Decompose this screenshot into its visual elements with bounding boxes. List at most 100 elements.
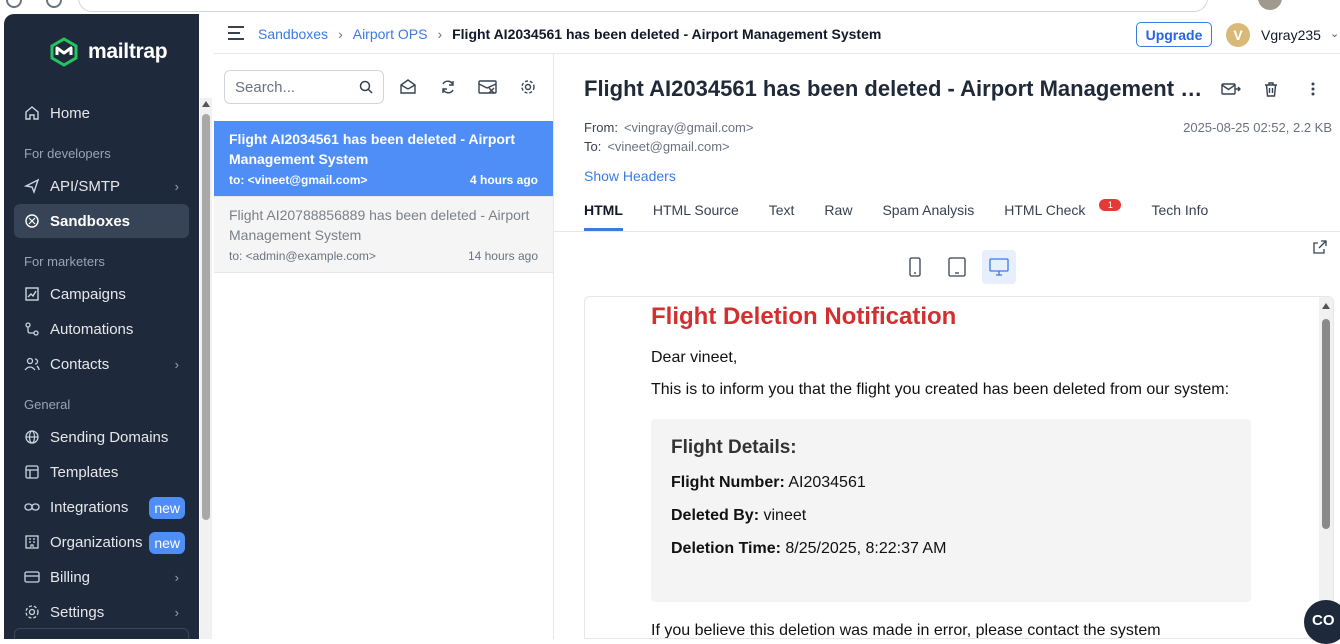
tab-text[interactable]: Text [769, 202, 795, 230]
browser-profile-avatar[interactable] [1258, 0, 1282, 10]
menu-icon[interactable] [228, 26, 244, 40]
show-headers-link[interactable]: Show Headers [584, 168, 676, 184]
tab-html-check-wrap[interactable]: HTML Check 1 [1004, 199, 1122, 230]
username[interactable]: Vgray235 [1261, 27, 1321, 43]
nav-settings-label: Settings [50, 603, 105, 621]
home-icon [24, 105, 40, 121]
tab-html-source[interactable]: HTML Source [653, 202, 739, 230]
mobile-preview-button[interactable] [898, 250, 932, 284]
nav-integrations-label: Integrations [50, 498, 129, 516]
section-general: General [24, 397, 71, 412]
email-preview-frame[interactable]: Flight Deletion Notification Dear vineet… [584, 296, 1334, 639]
users-icon [24, 356, 40, 372]
deleted-by-label: Deleted By: [671, 507, 760, 524]
tab-divider [554, 231, 1340, 232]
chevron-right-icon: › [174, 569, 179, 585]
globe-icon [24, 429, 40, 445]
nav-organizations[interactable]: Organizations new [14, 525, 189, 559]
link-icon [24, 499, 40, 515]
nav-contacts[interactable]: Contacts › [14, 347, 189, 381]
tablet-preview-button[interactable] [940, 250, 974, 284]
to-label: To: [584, 139, 602, 154]
breadcrumb-sandboxes[interactable]: Sandboxes [258, 26, 328, 42]
breadcrumb-current: Flight AI2034561 has been deleted - Airp… [452, 26, 882, 42]
tab-spam-analysis[interactable]: Spam Analysis [882, 202, 974, 230]
chart-icon [24, 286, 40, 302]
breadcrumb-airport-ops[interactable]: Airport OPS [353, 26, 428, 42]
from-label: From: [584, 120, 618, 135]
delete-button[interactable] [1260, 78, 1282, 100]
open-external-button[interactable] [1313, 240, 1327, 259]
nav-sending-domains[interactable]: Sending Domains [14, 420, 189, 454]
new-badge: new [149, 497, 185, 519]
reload-icon[interactable] [46, 0, 62, 8]
more-options-button[interactable] [1302, 78, 1324, 100]
section-for-marketers: For marketers [24, 254, 105, 269]
scroll-up-arrow-icon[interactable] [202, 101, 210, 107]
nav-settings[interactable]: Settings › [14, 595, 189, 629]
monitor-icon [989, 258, 1009, 276]
sidebar-bottom-card[interactable] [14, 628, 189, 639]
preview-scrollbar[interactable] [1319, 297, 1333, 638]
to-line: To: <vineet@gmail.com> [584, 139, 730, 154]
logo[interactable]: mailtrap [48, 36, 168, 68]
breadcrumb-separator-icon: › [437, 26, 443, 42]
desktop-preview-button[interactable] [982, 250, 1016, 284]
external-link-icon [1313, 240, 1327, 254]
list-item[interactable]: Flight AI2034561 has been deleted - Airp… [214, 121, 553, 197]
search-placeholder: Search... [235, 78, 296, 96]
upgrade-button[interactable]: Upgrade [1136, 22, 1212, 47]
from-address: <vingray@gmail.com> [623, 120, 754, 135]
sidebar-scrollbar[interactable] [200, 98, 212, 639]
nav-campaigns[interactable]: Campaigns [14, 277, 189, 311]
search-input[interactable]: Search... [224, 70, 384, 104]
nav-integrations[interactable]: Integrations new [14, 490, 189, 524]
chat-widget-button[interactable]: CO [1304, 600, 1340, 644]
address-bar[interactable] [78, 0, 1208, 12]
flight-number-label: Flight Number: [671, 474, 785, 491]
building-icon [24, 534, 40, 550]
message-date-size: 2025-08-25 02:52, 2.2 KB [1183, 120, 1332, 135]
automation-icon [24, 321, 40, 337]
tab-raw[interactable]: Raw [824, 202, 852, 230]
from-line: From: <vingray@gmail.com> [584, 120, 753, 135]
email-greeting: Dear vineet, [651, 349, 738, 366]
nav-contacts-label: Contacts [50, 355, 110, 373]
sandbox-icon [24, 213, 40, 229]
message-recipient: to: <vineet@gmail.com> [229, 173, 368, 187]
email-footer-text: If you believe this deletion was made in… [651, 622, 1161, 639]
send-icon [24, 178, 40, 194]
tab-tech-info[interactable]: Tech Info [1151, 202, 1208, 230]
back-icon[interactable] [6, 0, 22, 8]
device-preview-switcher [898, 250, 1016, 284]
forward-button[interactable] [1220, 78, 1242, 100]
refresh-button[interactable] [428, 70, 468, 104]
nav-api-smtp-label: API/SMTP [50, 177, 121, 195]
nav-organizations-label: Organizations [50, 533, 143, 551]
scrollbar-thumb[interactable] [202, 114, 210, 520]
tab-html-check: HTML Check [1004, 202, 1086, 218]
sidebar: mailtrap Home For developers API/SMTP › … [4, 14, 199, 639]
kebab-icon [1311, 82, 1315, 96]
scrollbar-thumb[interactable] [1322, 319, 1330, 529]
inbox-settings-button[interactable] [508, 70, 548, 104]
trash-icon [1265, 82, 1277, 97]
scroll-up-arrow-icon[interactable] [1322, 303, 1330, 309]
nav-automations[interactable]: Automations [14, 312, 189, 346]
clear-inbox-button[interactable] [468, 70, 508, 104]
tab-html[interactable]: HTML [584, 202, 623, 231]
nav-templates[interactable]: Templates [14, 455, 189, 489]
nav-sandboxes[interactable]: Sandboxes [14, 204, 189, 238]
flight-details-box: Flight Details: Flight Number: AI2034561… [651, 419, 1251, 602]
mark-read-button[interactable] [388, 70, 428, 104]
nav-automations-label: Automations [50, 320, 134, 338]
nav-sandboxes-label: Sandboxes [50, 212, 131, 230]
deletion-time-value: 8/25/2025, 8:22:37 AM [785, 540, 947, 557]
avatar[interactable]: V [1226, 23, 1250, 47]
nav-api-smtp[interactable]: API/SMTP › [14, 169, 189, 203]
nav-home[interactable]: Home [14, 96, 189, 130]
list-item[interactable]: Flight AI20788856889 has been deleted - … [214, 197, 553, 273]
chevron-right-icon: › [174, 356, 179, 372]
nav-billing[interactable]: Billing › [14, 560, 189, 594]
chevron-down-icon[interactable]: ⌄ [1330, 27, 1339, 40]
